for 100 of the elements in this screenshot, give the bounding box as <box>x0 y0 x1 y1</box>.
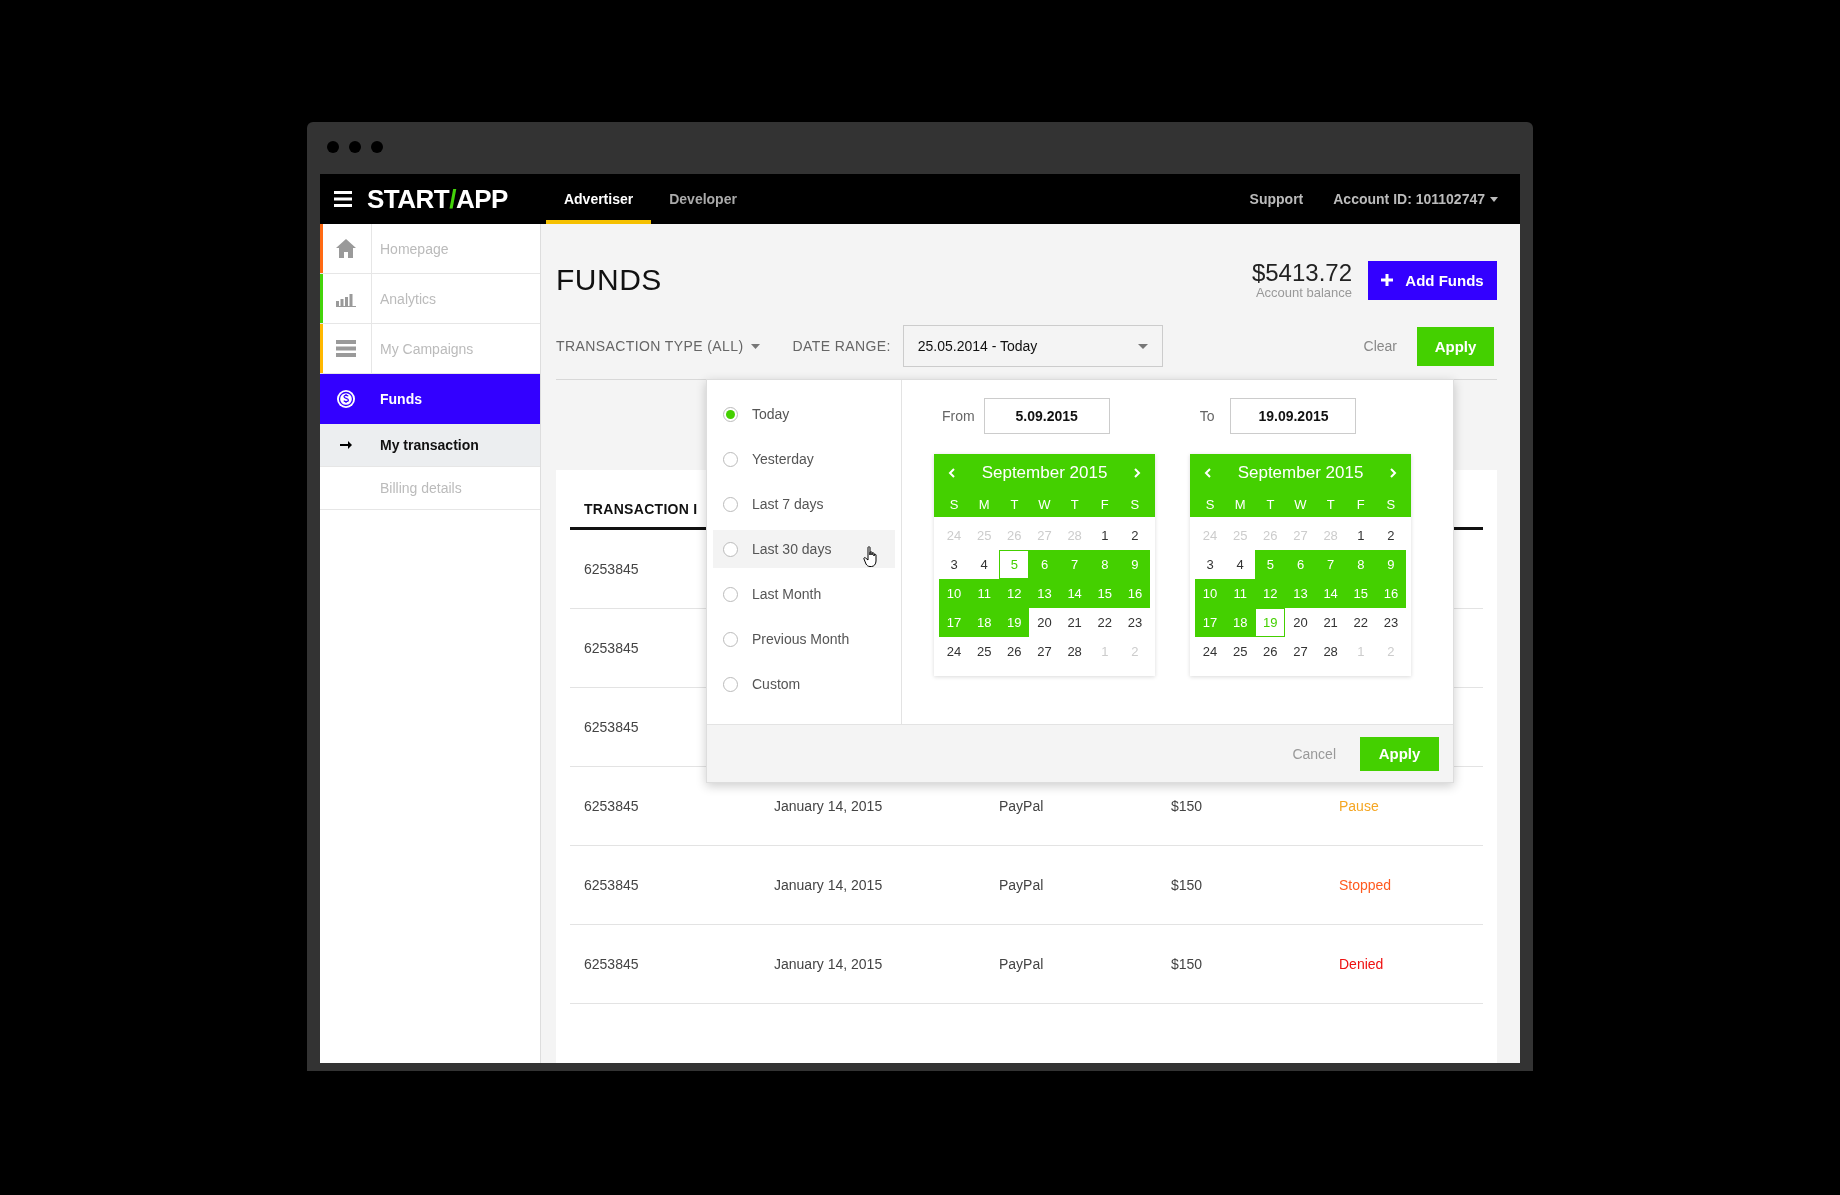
calendar-day[interactable]: 26 <box>999 637 1030 666</box>
calendar-day[interactable]: 2 <box>1119 521 1150 550</box>
calendar-day[interactable]: 8 <box>1345 550 1376 579</box>
table-cell-text: 6253845 <box>584 798 640 814</box>
calendar-day[interactable]: 14 <box>1059 579 1090 608</box>
menu-icon[interactable] <box>334 191 352 207</box>
apply-button[interactable]: Apply <box>1417 326 1494 366</box>
calendar-day[interactable]: 20 <box>1029 608 1060 637</box>
calendar-day[interactable]: 19 <box>999 608 1030 637</box>
calendar-day[interactable]: 25 <box>969 637 1000 666</box>
calendar-day[interactable]: 18 <box>1225 608 1256 637</box>
transaction-type-dropdown[interactable]: TRANSACTION TYPE (ALL) <box>556 338 761 354</box>
calendar-day[interactable]: 3 <box>1195 550 1226 579</box>
calendar-day[interactable]: 28 <box>1059 637 1090 666</box>
calendar-day[interactable]: 12 <box>999 579 1030 608</box>
caret-icon[interactable] <box>1490 196 1498 202</box>
date-range-select[interactable]: 25.05.2014 - Today <box>902 325 1163 367</box>
calendar-day[interactable]: 27 <box>1285 637 1316 666</box>
calendar-day[interactable]: 18 <box>969 608 1000 637</box>
add-funds-button[interactable]: Add Funds <box>1368 260 1497 300</box>
preset-option[interactable]: Previous Month <box>713 620 895 658</box>
calendar-day[interactable]: 23 <box>1375 608 1406 637</box>
calendar-day[interactable]: 4 <box>1225 550 1256 579</box>
radio-button[interactable] <box>723 586 738 602</box>
radio-button[interactable] <box>723 451 738 467</box>
calendar-day[interactable]: 6 <box>1029 550 1060 579</box>
calendar-day[interactable]: 17 <box>939 608 970 637</box>
chevron-left-icon[interactable] <box>948 468 955 478</box>
calendar-day[interactable]: 11 <box>1225 579 1256 608</box>
calendar-day[interactable]: 21 <box>1315 608 1346 637</box>
calendar-day[interactable]: 6 <box>1285 550 1316 579</box>
list-icon <box>335 340 356 357</box>
preset-option[interactable]: Yesterday <box>713 440 895 478</box>
radio-button[interactable] <box>723 541 738 557</box>
calendar-day[interactable]: 11 <box>969 579 1000 608</box>
calendar-day[interactable]: 21 <box>1059 608 1090 637</box>
support-link[interactable]: Support <box>1249 191 1304 207</box>
sidebar-item[interactable]: Funds <box>320 374 540 424</box>
preset-option[interactable]: Last Month <box>713 575 895 613</box>
calendar-day[interactable]: 13 <box>1285 579 1316 608</box>
hand-cursor-icon <box>863 546 879 568</box>
sidebar-item[interactable]: Homepage <box>320 224 540 274</box>
cancel-link[interactable]: Cancel <box>1292 745 1336 762</box>
chevron-left-icon[interactable] <box>1204 468 1211 478</box>
nav-tab[interactable]: Advertiser <box>545 174 652 224</box>
calendar-day[interactable]: 4 <box>969 550 1000 579</box>
calendar-day[interactable]: 22 <box>1089 608 1120 637</box>
calendar-day[interactable]: 24 <box>939 637 970 666</box>
calendar-day[interactable]: 7 <box>1315 550 1346 579</box>
calendar-day[interactable]: 3 <box>939 550 970 579</box>
radio-button[interactable] <box>723 406 738 422</box>
calendar-day[interactable]: 2 <box>1375 521 1406 550</box>
preset-option[interactable]: Last 7 days <box>713 485 895 523</box>
sidebar-subitem[interactable]: Billing details <box>320 467 540 510</box>
chevron-right-icon[interactable] <box>1390 468 1397 478</box>
calendar-day[interactable]: 15 <box>1345 579 1376 608</box>
radio-button[interactable] <box>723 496 738 512</box>
calendar-day[interactable]: 16 <box>1119 579 1150 608</box>
calendar-day[interactable]: 15 <box>1089 579 1120 608</box>
calendar-day[interactable]: 5 <box>999 550 1030 579</box>
calendar-day[interactable]: 25 <box>1225 637 1256 666</box>
calendar-day[interactable]: 14 <box>1315 579 1346 608</box>
calendar-day[interactable]: 23 <box>1119 608 1150 637</box>
radio-button[interactable] <box>723 631 738 647</box>
calendar-day[interactable]: 9 <box>1119 550 1150 579</box>
preset-option[interactable]: Today <box>713 395 895 433</box>
calendar-day[interactable]: 1 <box>1089 521 1120 550</box>
calendar-day[interactable]: 20 <box>1285 608 1316 637</box>
preset-option[interactable]: Custom <box>713 665 895 703</box>
window-controls-icon[interactable] <box>326 140 384 154</box>
calendar-day[interactable]: 1 <box>1345 521 1376 550</box>
calendar-day[interactable]: 10 <box>939 579 970 608</box>
calendar-day[interactable]: 10 <box>1195 579 1226 608</box>
from-date-field[interactable]: 5.09.2015 <box>983 398 1110 434</box>
chevron-right-icon[interactable] <box>1134 468 1141 478</box>
clear-link[interactable]: Clear <box>1363 338 1397 354</box>
apply-button[interactable]: Apply <box>1360 736 1439 771</box>
calendar-day[interactable]: 13 <box>1029 579 1060 608</box>
calendar-day[interactable]: 7 <box>1059 550 1090 579</box>
calendar-day[interactable]: 19 <box>1255 608 1286 637</box>
calendar-day[interactable]: 5 <box>1255 550 1286 579</box>
calendar-day[interactable]: 28 <box>1315 637 1346 666</box>
calendar-day[interactable]: 22 <box>1345 608 1376 637</box>
calendar-day[interactable]: 24 <box>1195 637 1226 666</box>
calendar-day[interactable]: 12 <box>1255 579 1286 608</box>
account-id[interactable]: Account ID: 101102747 <box>1333 191 1485 207</box>
to-date-field[interactable]: 19.09.2015 <box>1230 398 1357 434</box>
radio-button[interactable] <box>723 676 738 692</box>
calendar-day[interactable]: 26 <box>1255 637 1286 666</box>
caret-icon <box>1137 343 1148 349</box>
calendar-day[interactable]: 16 <box>1375 579 1406 608</box>
sidebar-subitem[interactable]: My transaction <box>320 424 540 467</box>
from-label: From <box>942 408 975 424</box>
calendar-day[interactable]: 9 <box>1375 550 1406 579</box>
sidebar-item[interactable]: Analytics <box>320 274 540 324</box>
calendar-day[interactable]: 17 <box>1195 608 1226 637</box>
calendar-day[interactable]: 8 <box>1089 550 1120 579</box>
nav-tab[interactable]: Developer <box>651 174 755 224</box>
preset-option[interactable]: Last 30 days <box>713 530 895 568</box>
calendar-day[interactable]: 27 <box>1029 637 1060 666</box>
